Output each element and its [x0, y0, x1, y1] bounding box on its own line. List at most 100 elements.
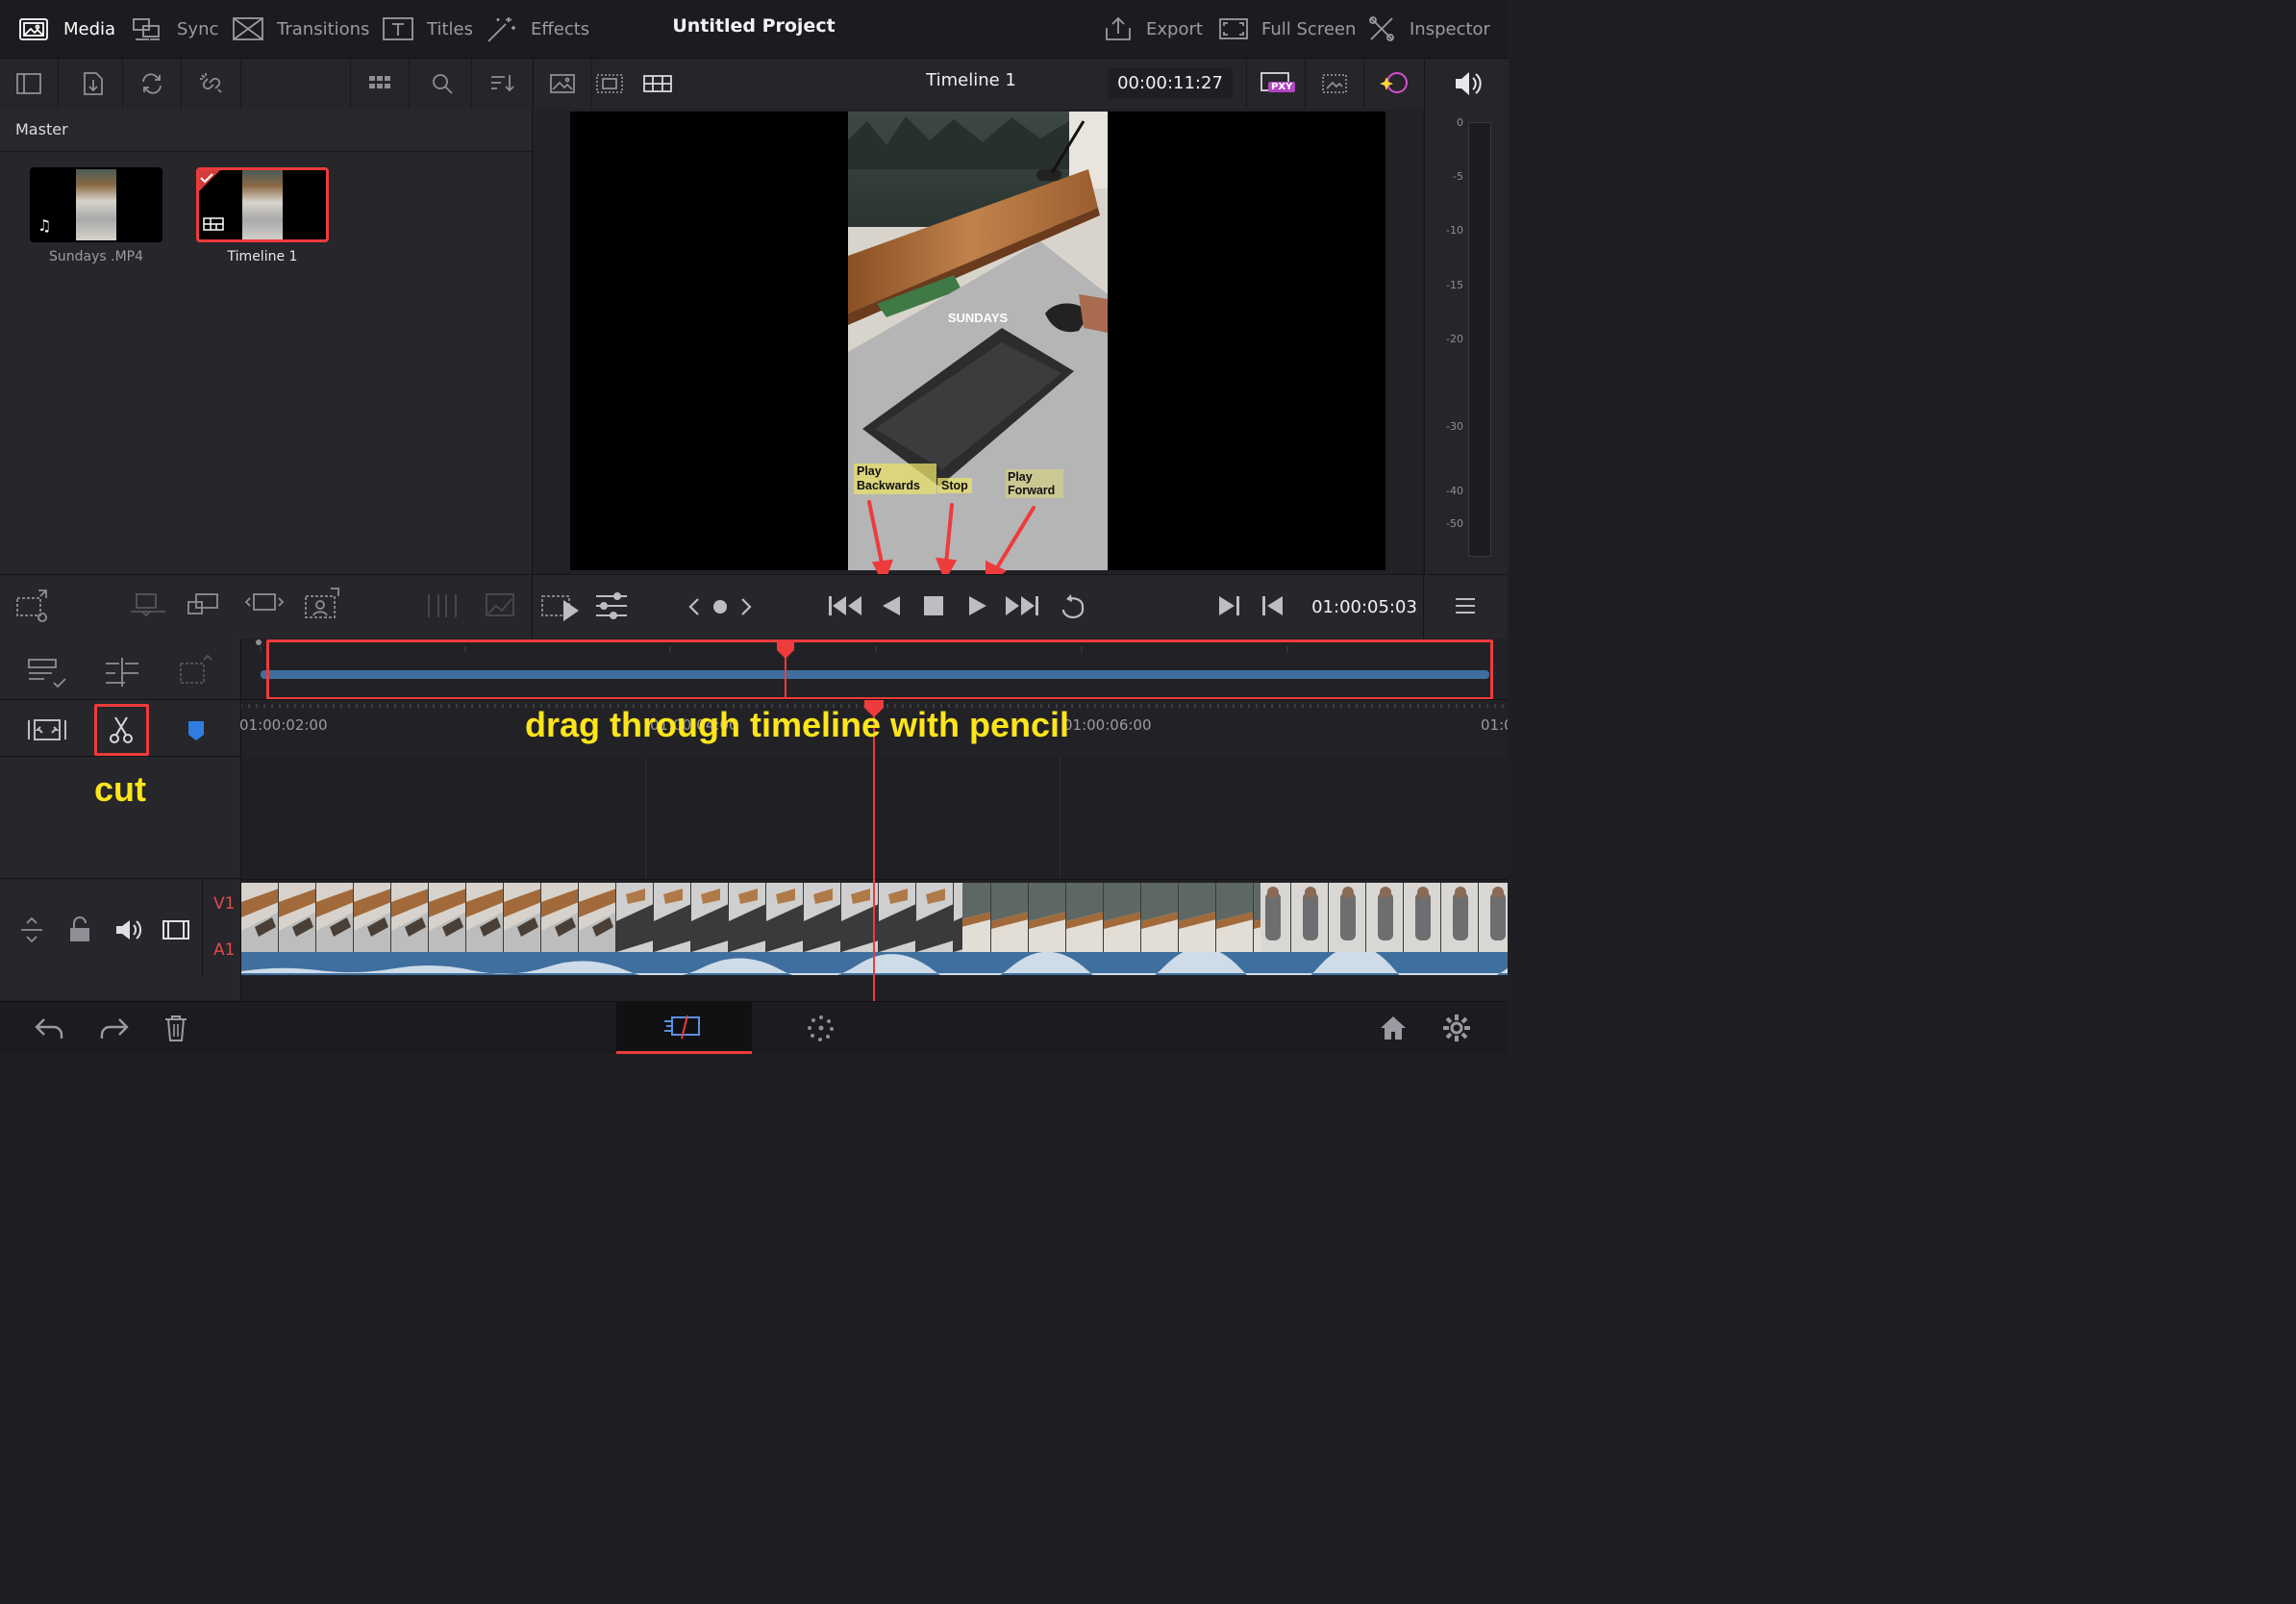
current-timecode: 01:00:05:03 [1311, 597, 1417, 617]
mark-in-icon[interactable] [1213, 590, 1246, 621]
trash-icon[interactable] [160, 1012, 192, 1044]
mark-out-icon[interactable] [1256, 590, 1288, 621]
toggle-bins-button[interactable] [0, 59, 59, 109]
tab-titles[interactable]: Titles [381, 12, 473, 46]
tab-media[interactable]: Media [17, 12, 115, 46]
go-to-end-button[interactable] [1002, 589, 1042, 623]
source-overwrite-icon[interactable] [481, 589, 523, 623]
timeline-clip-name: Timeline 1 [227, 249, 298, 264]
snapping-icon[interactable] [102, 654, 146, 692]
db-mark: -50 [1446, 517, 1463, 530]
clip-preview-image [76, 169, 116, 240]
unlink-icon [200, 73, 222, 93]
proxy-button[interactable]: PXY [1246, 59, 1306, 109]
export-label: Export [1146, 18, 1203, 39]
track-height-icon[interactable] [175, 654, 219, 692]
tab-transitions[interactable]: Transitions [231, 12, 369, 46]
safe-area-button[interactable] [1306, 59, 1364, 109]
tab-media-label: Media [63, 18, 116, 39]
play-icon [969, 596, 986, 615]
film-track-icon[interactable] [160, 914, 192, 946]
export-icon [1102, 14, 1135, 43]
play-reverse-button[interactable] [875, 589, 908, 623]
lock-icon[interactable] [65, 914, 94, 946]
duration-timecode: 00:00:11:27 [1108, 68, 1233, 99]
timeline-options-icon[interactable] [25, 654, 69, 692]
import-media-icon [84, 72, 103, 95]
fullscreen-label: Full Screen [1261, 18, 1357, 39]
safe-area-icon [1322, 74, 1347, 93]
adjust-sliders-icon[interactable] [592, 589, 631, 623]
stop-button[interactable] [917, 589, 950, 623]
ripple-icon[interactable] [421, 589, 463, 623]
loop-icon[interactable] [1054, 589, 1094, 623]
export-button[interactable]: Export [1102, 12, 1203, 46]
search-button[interactable] [413, 59, 472, 109]
timeline-icon [203, 217, 224, 231]
db-mark: 0 [1457, 116, 1463, 129]
play-forward-button[interactable] [961, 589, 994, 623]
tab-effects-label: Effects [531, 18, 590, 39]
cut-page-tab[interactable] [616, 1002, 752, 1054]
db-mark: -5 [1453, 170, 1463, 183]
bin-name: Master [15, 120, 68, 138]
place-on-top-icon[interactable] [302, 585, 344, 623]
timeline-preview-image [242, 170, 283, 239]
video-overlay-text: SUNDAYS [948, 311, 1009, 325]
inspector-button[interactable]: Inspector [1365, 12, 1490, 46]
search-icon [433, 74, 453, 94]
timeline-name-dropdown[interactable]: Timeline 1 [904, 70, 1038, 90]
smart-reframe-button[interactable] [1363, 59, 1421, 109]
tab-effects[interactable]: Effects [485, 12, 589, 46]
inspector-icon [1365, 14, 1398, 43]
relink-button[interactable] [123, 59, 182, 109]
gear-icon[interactable] [1440, 1012, 1473, 1044]
filmstrip-icon [596, 74, 623, 93]
overwrite-clip-icon[interactable] [185, 589, 227, 623]
fullscreen-icon [1217, 14, 1250, 43]
overview-highlight-box [266, 639, 1493, 700]
zoom-fit-icon[interactable] [25, 714, 69, 746]
track-resize-icon[interactable] [15, 914, 48, 946]
viewer-strip-button[interactable] [629, 59, 686, 109]
home-icon[interactable] [1377, 1012, 1410, 1044]
cut-page-icon [664, 1015, 700, 1040]
speaker-icon[interactable] [112, 914, 144, 946]
jog-controls[interactable] [681, 594, 767, 619]
play-clip-icon[interactable] [540, 589, 583, 625]
sort-icon [491, 75, 514, 92]
tab-sync[interactable]: Sync [131, 12, 218, 46]
skip-to-end-icon [1006, 596, 1038, 615]
db-mark: -10 [1446, 224, 1463, 237]
edit-page-dots-icon[interactable] [802, 1012, 840, 1044]
db-mark: -40 [1446, 485, 1463, 497]
go-to-start-button[interactable] [825, 589, 865, 623]
db-mark: -20 [1446, 333, 1463, 345]
effects-wand-icon [485, 14, 519, 43]
selected-check-icon [199, 170, 220, 191]
clip-thumbnail-timeline[interactable] [196, 167, 329, 242]
clip-name: Sundays .MP4 [48, 249, 143, 264]
import-media-button[interactable] [64, 59, 123, 109]
stop-icon [924, 596, 943, 615]
fullscreen-button[interactable]: Full Screen [1217, 12, 1356, 46]
proxy-badge: PXY [1268, 82, 1296, 92]
menu-icon[interactable] [1450, 592, 1481, 619]
ruler-label: 01:0 [1481, 716, 1508, 734]
track-label-a1: A1 [213, 940, 236, 960]
volume-icon[interactable] [1448, 64, 1486, 103]
audio-level-meter [1468, 122, 1491, 557]
redo-icon[interactable] [94, 1012, 133, 1044]
db-mark: -15 [1446, 279, 1463, 291]
undo-icon[interactable] [31, 1012, 69, 1044]
unlink-button[interactable] [183, 59, 241, 109]
replace-clip-icon[interactable] [242, 589, 285, 623]
append-clip-icon[interactable] [13, 587, 56, 625]
clip-thumbnail-sundays[interactable]: ♫ [30, 167, 162, 242]
sync-icon [131, 14, 165, 43]
cut-tool-highlight-box [94, 704, 149, 756]
insert-clip-icon[interactable] [127, 589, 169, 623]
view-grid-button[interactable] [350, 59, 410, 109]
sort-button[interactable] [473, 59, 531, 109]
marker-flag-icon[interactable] [183, 717, 212, 746]
